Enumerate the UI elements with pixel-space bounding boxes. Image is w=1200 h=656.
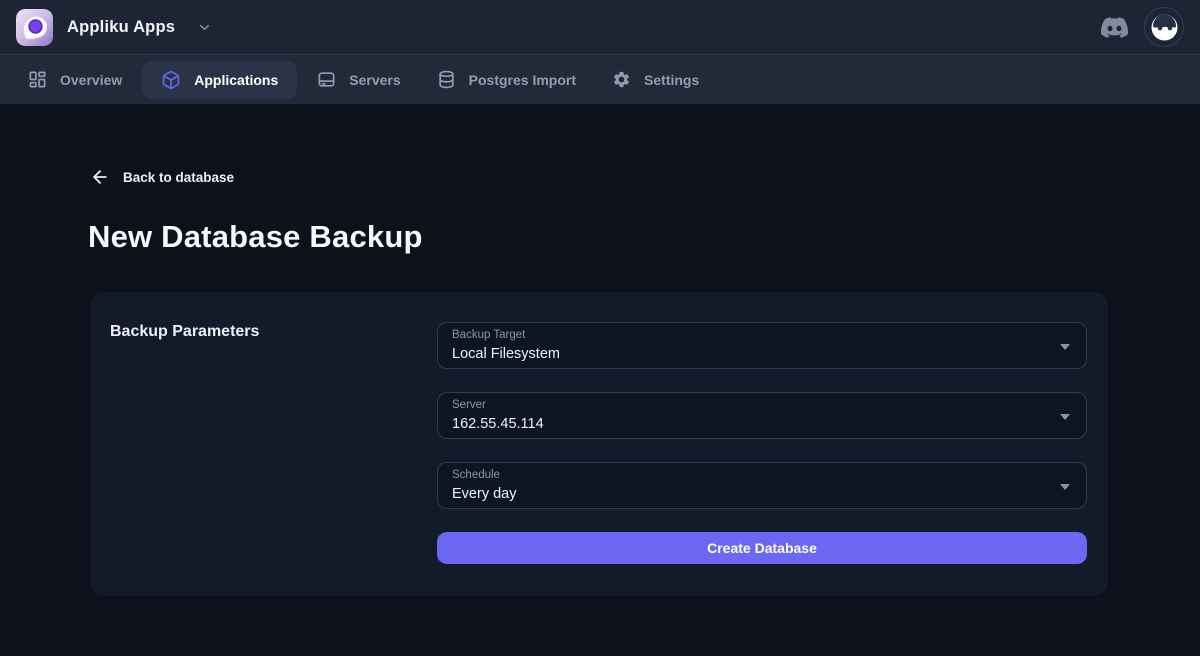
nav-item-label: Overview [60,72,122,88]
backup-target-select[interactable]: Backup Target Local Filesystem [437,322,1087,369]
nav-item-label: Postgres Import [469,72,576,88]
server-select[interactable]: Server 162.55.45.114 [437,392,1087,439]
card-left-column: Backup Parameters [110,322,437,564]
field-label: Schedule [452,468,1050,482]
app-switcher-label[interactable]: Appliku Apps [67,18,175,37]
chevron-down-icon[interactable] [197,20,212,35]
caret-down-icon [1060,414,1070,420]
section-title: Backup Parameters [110,323,437,341]
back-link-label: Back to database [123,170,234,185]
nav-item-servers[interactable]: Servers [301,61,416,98]
caret-down-icon [1060,484,1070,490]
discord-icon[interactable] [1101,14,1128,41]
nav-item-label: Settings [644,72,699,88]
field-label: Server [452,398,1050,412]
nav-item-label: Servers [349,72,400,88]
arrow-left-icon [90,167,110,187]
database-icon [437,70,456,89]
main-content: Back to database New Database Backup Bac… [0,104,1200,596]
user-avatar[interactable] [1144,7,1184,47]
topbar-actions [1101,7,1184,47]
main-nav: Overview Applications Servers Postgres I… [0,54,1200,104]
back-to-database-link[interactable]: Back to database [90,167,234,187]
nav-item-label: Applications [194,72,278,88]
backup-parameters-card: Backup Parameters Backup Target Local Fi… [90,292,1108,596]
field-label: Backup Target [452,328,1050,342]
page-title: New Database Backup [88,219,1200,255]
field-value: Every day [452,485,1050,503]
topbar: Appliku Apps [0,0,1200,54]
field-value: 162.55.45.114 [452,415,1050,433]
caret-down-icon [1060,344,1070,350]
appliku-logo[interactable] [16,9,53,46]
nav-item-applications[interactable]: Applications [142,61,297,99]
nav-item-overview[interactable]: Overview [12,61,138,98]
field-value: Local Filesystem [452,345,1050,363]
create-database-button[interactable]: Create Database [437,532,1087,564]
schedule-select[interactable]: Schedule Every day [437,462,1087,509]
gear-icon [612,70,631,89]
nav-item-postgres-import[interactable]: Postgres Import [421,61,592,98]
cube-icon [161,70,181,90]
nav-item-settings[interactable]: Settings [596,61,715,98]
grid-icon [28,70,47,89]
server-icon [317,70,336,89]
card-form-column: Backup Target Local Filesystem Server 16… [437,322,1087,564]
